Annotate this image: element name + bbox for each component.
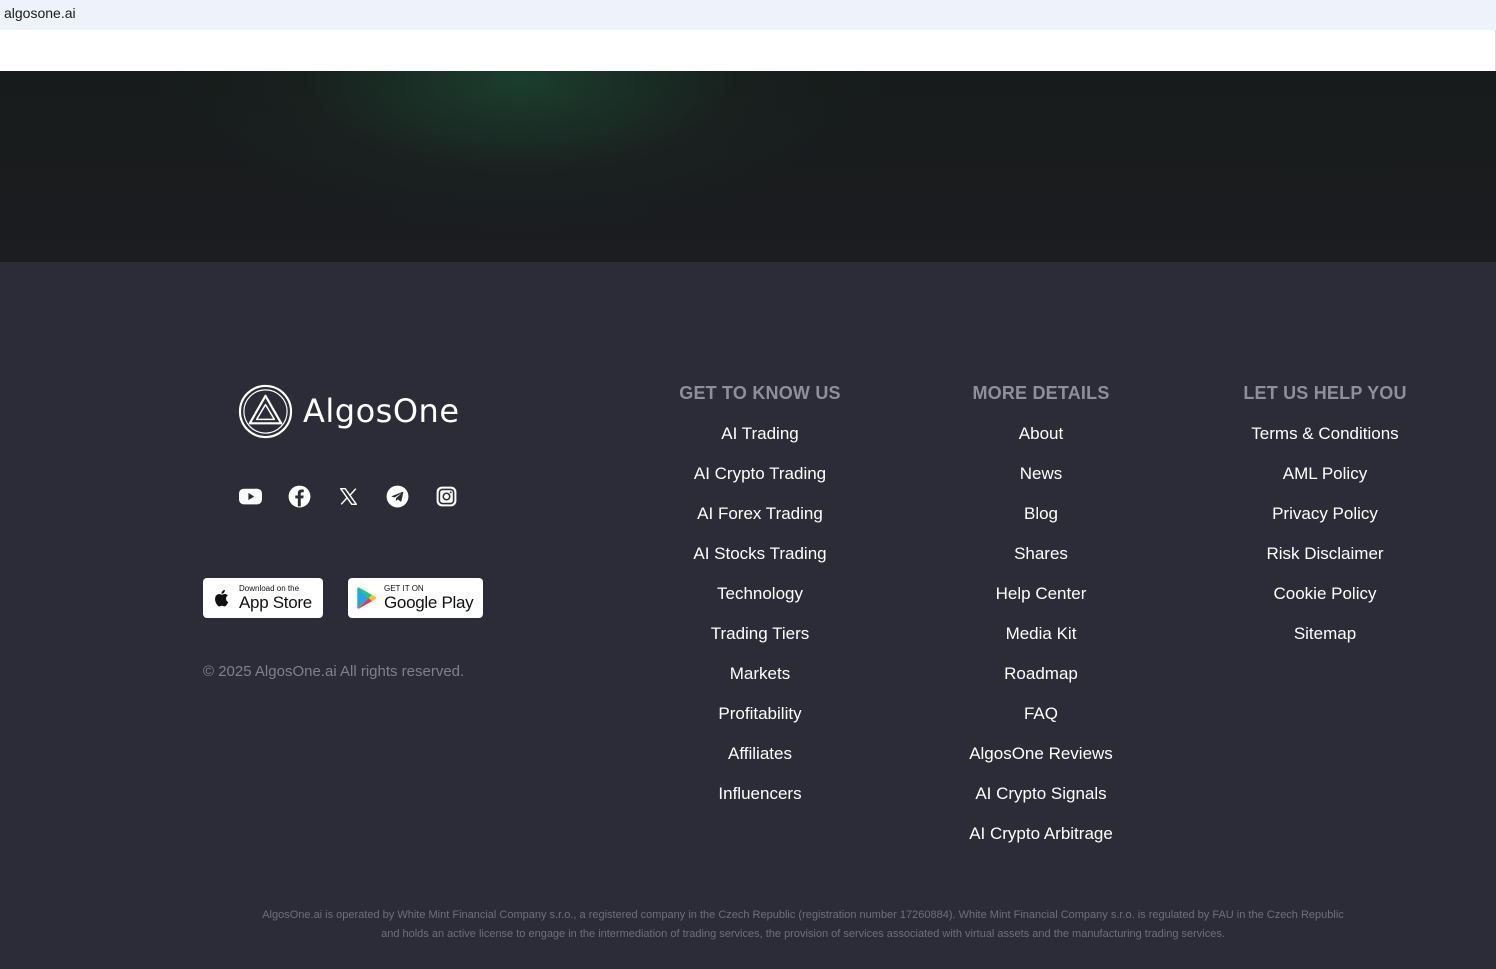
- google-play-label: GET IT ON Google Play: [384, 584, 474, 612]
- column-heading: MORE DETAILS: [972, 383, 1110, 403]
- legal-line-1: AlgosOne.ai is operated by White Mint Fi…: [262, 909, 1344, 921]
- legal-line-2: and holds an active license to engage in…: [381, 928, 1225, 940]
- legal-disclaimer: AlgosOne.ai is operated by White Mint Fi…: [200, 906, 1406, 944]
- brand-name: AlgosOne: [303, 392, 460, 430]
- footer-column-more-details: MORE DETAILS About News Blog Shares Help…: [911, 383, 1171, 864]
- footer-brand[interactable]: AlgosOne: [238, 383, 460, 439]
- footer-link-markets[interactable]: Markets: [730, 664, 790, 683]
- footer-link-help-center[interactable]: Help Center: [996, 584, 1087, 603]
- app-store-big-text: App Store: [239, 593, 312, 612]
- footer-link-ai-crypto-signals[interactable]: AI Crypto Signals: [975, 784, 1106, 803]
- app-store-small-text: Download on the: [239, 584, 300, 593]
- algosone-logo-icon: [238, 384, 293, 438]
- url-text: algosone.ai: [4, 5, 76, 21]
- column-heading: GET TO KNOW US: [679, 383, 841, 403]
- footer-link-media-kit[interactable]: Media Kit: [1006, 624, 1077, 643]
- address-bar[interactable]: algosone.ai: [0, 0, 1496, 30]
- instagram-icon[interactable]: [434, 484, 459, 509]
- footer-link-affiliates[interactable]: Affiliates: [728, 744, 792, 763]
- youtube-icon[interactable]: [238, 484, 263, 509]
- hero-section: [0, 71, 1496, 262]
- footer-link-privacy-policy[interactable]: Privacy Policy: [1272, 504, 1378, 523]
- footer-column-let-us-help-you: LET US HELP YOU Terms & Conditions AML P…: [1195, 383, 1455, 664]
- footer-link-roadmap[interactable]: Roadmap: [1004, 664, 1078, 683]
- link-list: AI Trading AI Crypto Trading AI Forex Tr…: [630, 424, 890, 824]
- footer-link-ai-crypto-trading[interactable]: AI Crypto Trading: [694, 464, 826, 483]
- google-play-button[interactable]: GET IT ON Google Play: [348, 578, 483, 618]
- footer-link-blog[interactable]: Blog: [1024, 504, 1058, 523]
- footer-link-ai-forex-trading[interactable]: AI Forex Trading: [697, 504, 823, 523]
- footer-link-faq[interactable]: FAQ: [1024, 704, 1058, 723]
- google-play-icon: [357, 587, 377, 609]
- app-store-button[interactable]: Download on the App Store: [203, 578, 323, 618]
- footer-link-influencers[interactable]: Influencers: [718, 784, 801, 803]
- footer-link-trading-tiers[interactable]: Trading Tiers: [711, 624, 810, 643]
- x-twitter-icon[interactable]: [336, 484, 361, 509]
- link-list: About News Blog Shares Help Center Media…: [911, 424, 1171, 864]
- google-play-small-text: GET IT ON: [384, 584, 424, 593]
- social-links: [238, 484, 459, 509]
- apple-icon: [215, 589, 229, 607]
- footer-link-risk-disclaimer[interactable]: Risk Disclaimer: [1266, 544, 1383, 563]
- page-top-strip: [0, 30, 1496, 71]
- footer-link-ai-stocks-trading[interactable]: AI Stocks Trading: [693, 544, 826, 563]
- footer-column-get-to-know-us: GET TO KNOW US AI Trading AI Crypto Trad…: [630, 383, 890, 824]
- footer-link-algosone-reviews[interactable]: AlgosOne Reviews: [969, 744, 1113, 763]
- footer-link-about[interactable]: About: [1019, 424, 1063, 443]
- footer-link-shares[interactable]: Shares: [1014, 544, 1068, 563]
- copyright-text: © 2025 AlgosOne.ai All rights reserved.: [203, 663, 465, 680]
- footer-link-technology[interactable]: Technology: [717, 584, 803, 603]
- footer-link-ai-trading[interactable]: AI Trading: [721, 424, 799, 443]
- footer-link-ai-crypto-arbitrage[interactable]: AI Crypto Arbitrage: [969, 824, 1113, 843]
- footer-link-news[interactable]: News: [1020, 464, 1063, 483]
- footer-link-sitemap[interactable]: Sitemap: [1294, 624, 1356, 643]
- footer-link-terms-conditions[interactable]: Terms & Conditions: [1251, 424, 1398, 443]
- app-store-label: Download on the App Store: [239, 584, 312, 612]
- google-play-big-text: Google Play: [384, 593, 474, 612]
- footer-link-cookie-policy[interactable]: Cookie Policy: [1274, 584, 1377, 603]
- link-list: Terms & Conditions AML Policy Privacy Po…: [1195, 424, 1455, 664]
- footer-link-profitability[interactable]: Profitability: [718, 704, 801, 723]
- telegram-icon[interactable]: [385, 484, 410, 509]
- footer-link-aml-policy[interactable]: AML Policy: [1283, 464, 1367, 483]
- facebook-icon[interactable]: [287, 484, 312, 509]
- column-heading: LET US HELP YOU: [1243, 383, 1407, 403]
